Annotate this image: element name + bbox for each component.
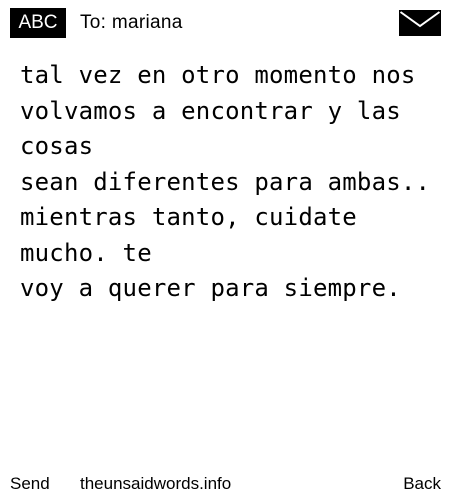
- message-text[interactable]: tal vez en otro momento nos volvamos a e…: [20, 58, 440, 307]
- softkey-bar: Send theunsaidwords.info Back: [0, 470, 450, 498]
- envelope-icon: [399, 10, 441, 36]
- site-label: theunsaidwords.info: [80, 474, 232, 493]
- message-header: ABC To: mariana: [0, 0, 450, 46]
- send-button[interactable]: Send: [10, 470, 50, 498]
- input-mode-badge[interactable]: ABC: [10, 8, 66, 38]
- recipient-field[interactable]: To: mariana: [80, 8, 183, 38]
- back-button[interactable]: Back: [403, 470, 441, 498]
